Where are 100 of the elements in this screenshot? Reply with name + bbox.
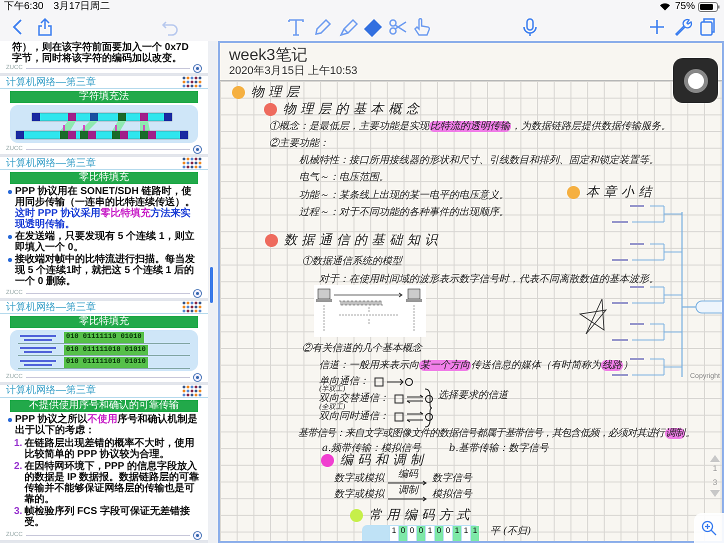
bit-value: 0 [418,526,424,536]
dot-pattern-icon [182,301,202,314]
handwritten-line: ①概念：是最低层，主要功能是实现比特流的透明传输，为数据链路层提供数据传输服务。 [269,120,671,133]
bullet-icon [8,258,12,262]
text-lines-icon [18,358,58,367]
handwritten-line: ②有关信道的几个基本概念 [302,342,422,355]
brace-drawing [424,388,432,428]
bullet-text: 在发送端，只要发现有 5 个连续 1，则立即填入一个 0。 [15,231,196,254]
handwritten-line: 双向同时通信： [319,411,389,423]
battery-level: 75% [674,0,695,14]
list-number: 2. [14,460,22,474]
arrow-icon [388,496,428,502]
bit-value: 0 [446,526,450,536]
handwritten-line: 模拟信号 [432,488,472,502]
seal-icon [193,289,202,298]
handwritten-line: 双向交替通信： [319,393,389,404]
bullet-icon [8,190,12,194]
handwritten-line: ①数据通信系统的模型 [302,255,402,268]
list-number: 1. [14,438,22,451]
bit-value: 1 [454,526,460,536]
slide-header: 计算机网络—第三章 [6,158,96,169]
slide-title-bar: 不提供使用序号和确认的可靠传输 [10,400,198,412]
text-lines-icon [18,334,58,342]
slide-header: 计算机网络—第三章 [6,385,96,396]
handwritten-line: 基带信号：来自文字或图像文件的数据信号都属于基带信号，其包含低频，必须对其进行调制。 [298,427,695,440]
bit-value: 1 [464,526,468,536]
handwritten-heading: 物理层的基本概念 [283,101,424,119]
slide-title-bar: 零比特填充 [10,316,198,328]
handwritten-line: 单向通信： [319,376,369,387]
text-lines-icon [18,346,58,354]
handwritten-line: 选择要求的信道 [438,388,508,403]
handwritten-heading: 物理层 [251,84,304,102]
handwritten-arrow-label: 编码 [398,470,418,480]
page-current: 1 [712,463,718,475]
slide-title-bar: 字符填充法 [10,91,198,104]
dot-pattern-icon [182,76,202,88]
handwritten-heading: 常用编码方式 [369,507,474,525]
handwritten-heading: 本章小结 [586,184,656,202]
handwritten-line: 过程～：对于不同功能的各种事件的出现顺序。 [299,206,509,219]
bullet-icon [8,418,12,422]
list-text: 在链路层出现差错的概率不大时，使用比较简单的 PPP 协议较为合理。 [24,438,196,460]
note-title: week3笔记 [229,46,308,65]
handwritten-arrow-label: 调制 [398,486,418,496]
bullet-icon [8,235,12,240]
dot-pattern-icon [182,384,202,397]
list-text: 帧检验序列 FCS 字段可保证无差错接受。 [24,506,191,528]
handwritten-line: 电气～：电压范围。 [299,171,389,184]
zoom-in-icon [701,520,717,536]
hand-icon[interactable] [412,17,432,37]
bit-value: 1 [392,526,396,536]
arrow-icon [388,480,428,486]
handwritten-line: b.基带传输：数字信号 [449,442,549,455]
zoom-button[interactable] [694,513,724,543]
bit-value: 0 [400,526,406,536]
handwritten-line: 数字或模拟 [334,488,384,502]
square-circle-arrow-drawing [393,411,433,423]
handwritten-line: 对于：在使用时间域的波形表示数字信号时，代表不同离散数值的基本波形。 [319,273,659,286]
slide-paragraph: 符），则在该字符前面要加入一个 0x7D 字节，同时将该字符的编码加以改变。 [0,41,208,64]
bit-value: 0 [410,526,414,536]
square-circle-arrow-drawing [373,376,413,388]
highlighter-icon[interactable] [338,17,358,37]
handwritten-line: 平 (不归) [490,525,531,538]
wrench-icon[interactable] [673,17,693,37]
bullet-text: PPP 协议之所以不使用序号和确认机制是出于以下的考虑： [15,414,199,436]
square-circle-arrow-drawing [393,393,433,405]
seal-icon [193,64,202,74]
dot-pattern-icon [182,157,202,170]
floating-home-button[interactable] [673,58,718,103]
eraser-icon[interactable] [363,17,383,37]
slide-title-bar: 零比特填充 [10,172,198,184]
scissors-icon[interactable] [388,17,408,37]
seal-icon [193,145,202,154]
handwritten-line: 机械特性：接口所用接线器的形状和尺寸、引线数目和排列、固定和锁定装置等。 [299,154,659,167]
status-time: 下午6:30 [4,0,44,14]
note-date: 2020年3月15日 上午10:53 [229,65,358,78]
slide-header: 计算机网络—第三章 [6,76,96,88]
wifi-icon [658,2,671,11]
bit-value: 0 [436,526,442,536]
bit-value: 1 [472,526,478,536]
bullet-text: PPP 协议用在 SONET/SDH 链路时，使用同步传输（一连串的比特连续传送）。 这时 PPP 协议采用零比特填充方法来实现透明传输。 [15,186,196,230]
seal-icon [193,530,202,540]
pen-icon[interactable] [312,17,332,37]
handwritten-line: 信道：一般用来表示向某一个方向传送信息的媒体（有时简称为线路） [319,359,633,372]
handwritten-line: 数字信号 [432,472,472,486]
handwritten-line: 数字或模拟 [334,472,384,486]
seal-icon [193,372,202,382]
list-text: 在因特网环境下，PPP 的信息字段放入的数据是 IP 数据报。数据链路层的可靠传输并不能够保证网络层的传输也是可靠的。 [24,460,200,505]
bullet-text: 接收端对帧中的比特流进行扫描。每当发现 5 个连续1时，就把这 5 个连续 1 后的一个 0 删除。 [15,254,196,288]
add-icon[interactable] [647,17,667,37]
battery-icon [698,2,720,12]
handwritten-line: ②主要功能： [269,137,329,150]
handwritten-heading: 编码和调制 [340,452,428,468]
list-number: 3. [14,506,22,519]
bit-value: 1 [428,526,432,536]
handwritten-line: 功能～：某条线上出现的某一电平的电压意义。 [299,189,509,202]
slide-header: 计算机网络—第三章 [6,302,96,313]
handwritten-line: a.频带传输：模拟信号 [322,442,422,454]
text-tool-icon[interactable] [286,17,306,37]
page-total: 3 [712,477,718,489]
handwritten-heading: 数据通信的基础知识 [284,232,442,250]
